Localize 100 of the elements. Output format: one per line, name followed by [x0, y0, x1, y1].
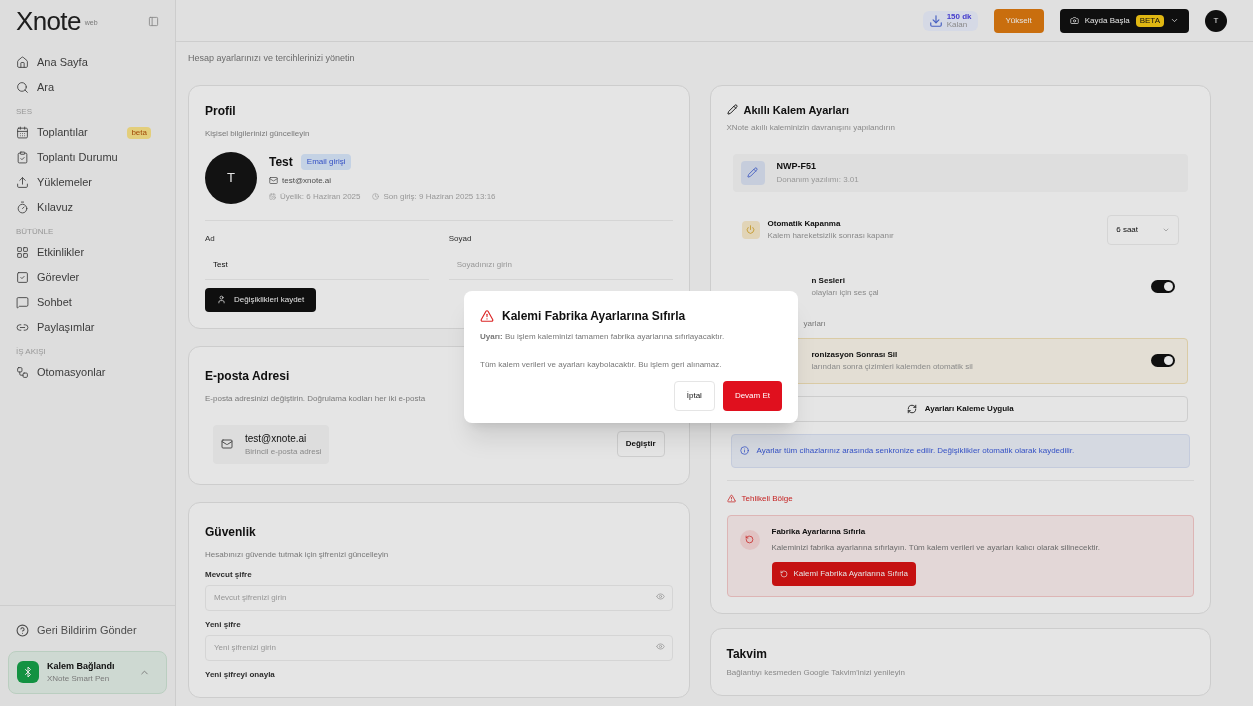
password-field[interactable]: Yeni şifrenizi girin — [205, 634, 673, 661]
camera-icon — [1069, 16, 1079, 25]
field-label: Mevcut şifre — [205, 568, 253, 581]
help-icon — [16, 623, 29, 637]
chat-icon — [16, 296, 29, 309]
email-note: Birincil e-posta adresi — [245, 445, 322, 458]
logo: Xnote — [16, 4, 81, 38]
workflow-icon — [16, 366, 29, 379]
home-icon — [16, 56, 29, 69]
link-icon — [16, 321, 29, 334]
card-title: Akıllı Kalem Ayarları — [743, 102, 850, 118]
user-icon — [217, 295, 226, 304]
clipboard-icon — [16, 151, 29, 164]
field-label: Yeni şifreyi onayla — [205, 668, 276, 681]
card-description: Hesabınızı güvende tutmak için şifrenizi güncelleyin — [205, 548, 390, 561]
profile-email: test@xnote.ai — [282, 174, 332, 187]
card-description: XNote akıllı kaleminizin davranışını yapılandırın — [726, 122, 897, 134]
bluetooth-icon — [17, 661, 39, 684]
reset-icon — [739, 529, 760, 550]
eye-icon[interactable] — [655, 641, 665, 651]
profile-name: Test — [269, 153, 293, 171]
section-heading: SES — [15, 106, 33, 118]
field-label: Yeni şifre — [205, 618, 242, 631]
email-address: test@xnote.ai — [245, 431, 308, 446]
minutes-label: Kalan — [946, 20, 969, 29]
sidebar-item[interactable]: Otomasyonlar — [8, 360, 167, 385]
factory-reset-button[interactable]: Kalemi Fabrika Ayarlarına Sıfırla — [771, 561, 917, 586]
card-title: E-posta Adresi — [205, 367, 291, 385]
confirm-button[interactable]: Devam Et — [722, 381, 782, 411]
pen-status-title: Kalem Bağlandı — [47, 659, 115, 673]
timer-icon — [16, 201, 29, 214]
caret-icon — [1170, 16, 1179, 25]
sidebar-item[interactable]: Toplantı Durumu — [8, 145, 167, 170]
card-title: Güvenlik — [205, 523, 257, 541]
danger-description: Kaleminizi fabrika ayarlarına sıfırlayın. Tüm kalem verileri ve ayarları kalıcı olarak silinecektir. — [771, 541, 1100, 554]
sidebar-item[interactable]: Ana Sayfa — [8, 50, 167, 75]
joined-date: Üyelik: 6 Haziran 2025 — [280, 190, 361, 203]
record-button[interactable]: Kayda Başla BETA — [1059, 8, 1189, 33]
login-badge: Email girişi — [300, 153, 352, 170]
danger-title: Fabrika Ayarlarına Sıfırla — [771, 525, 867, 538]
beta-badge: BETA — [1135, 14, 1164, 27]
card-title: Profil — [205, 102, 237, 120]
dialog-text: Tüm kalem verileri ve ayarları kaybolacaktır. Bu işlem geri alınamaz. — [480, 359, 723, 371]
eye-icon[interactable] — [655, 591, 665, 601]
sidebar-item[interactable]: Kılavuz — [8, 195, 167, 220]
pencil-icon — [726, 104, 738, 116]
password-field[interactable]: Mevcut şifrenizi girin — [205, 584, 673, 611]
toggle-switch[interactable] — [1151, 280, 1175, 293]
card-description: Kişisel bilgilerinizi güncelleyin — [205, 127, 311, 140]
mail-icon — [269, 176, 278, 185]
pen-status-subtitle: XNote Smart Pen — [47, 673, 111, 685]
mail-icon — [221, 438, 233, 450]
setting-description: Kalem hareketsizlik sonrası kapanır — [767, 229, 894, 242]
sidebar-item[interactable]: Paylaşımlar — [8, 315, 167, 340]
feedback-link[interactable]: Geri Bildirim Gönder — [8, 622, 167, 639]
save-button[interactable]: Değişiklikleri kaydet — [205, 287, 317, 312]
sidebar-item[interactable]: Görevler — [8, 265, 167, 290]
info-icon — [739, 446, 749, 455]
pen-icon — [740, 160, 765, 185]
sidebar-item[interactable]: Sohbet — [8, 290, 167, 315]
search-icon — [16, 81, 29, 94]
beta-badge: beta — [127, 126, 151, 139]
sidebar-item[interactable]: Etkinlikler — [8, 240, 167, 265]
setting-title: ronizasyon Sonrası Sil — [811, 348, 899, 361]
sync-icon — [906, 403, 917, 414]
card-description: E-posta adresinizi değiştirin. Doğrulama kodları her iki e-posta — [205, 392, 427, 405]
minutes-value: 150 dk — [946, 12, 972, 21]
firmware-version: Donanım yazılımı: 3.01 — [776, 173, 859, 186]
sidebar-item[interactable]: Yüklemeler — [8, 170, 167, 195]
download-icon — [928, 13, 943, 28]
dialog-warning: Uyarı: Bu işlem kaleminizi tamamen fabrika ayarlarına sıfırlayacaktır. — [480, 331, 726, 343]
page-subtitle: Hesap ayarlarınızı ve tercihlerinizi yönetin — [188, 52, 356, 65]
last-login: Son giriş: 9 Haziran 2025 13:16 — [383, 190, 496, 203]
setting-title: n Sesleri — [811, 274, 846, 287]
field-label: Ad — [205, 232, 216, 245]
field-label: Soyad — [448, 232, 473, 245]
sidebar-item[interactable]: Toplantılar beta — [8, 120, 167, 145]
card-description: Bağlantıyı kesmeden Google Takvim'inizi yenileyin — [726, 666, 906, 679]
setting-title: Otomatik Kapanma — [767, 217, 842, 230]
clock-icon — [372, 193, 380, 200]
reset-icon — [779, 569, 788, 578]
checkbox-icon — [16, 271, 29, 284]
calendar-icon — [16, 126, 29, 139]
sidebar-item[interactable]: Ara — [8, 75, 167, 100]
power-icon — [741, 220, 760, 239]
upload-icon — [16, 176, 29, 189]
minutes-badge[interactable]: 150 dk Kalan — [922, 10, 978, 31]
avatar[interactable]: T — [1205, 9, 1227, 32]
pen-status-card[interactable]: Kalem Bağlandı XNote Smart Pen — [8, 650, 167, 694]
card-title: Takvim — [726, 645, 768, 663]
warning-icon — [726, 494, 736, 503]
change-button[interactable]: Değiştir — [616, 431, 665, 457]
calendar-icon — [269, 193, 276, 200]
toggle-switch[interactable] — [1151, 354, 1175, 367]
duration-select[interactable]: 6 saat — [1107, 214, 1179, 245]
setting-description: larından sonra çizimleri kalemden otomatik sil — [811, 360, 973, 373]
profile-avatar: T — [205, 151, 257, 204]
cancel-button[interactable]: İptal — [673, 381, 715, 411]
danger-heading: Tehlikeli Bölge — [741, 492, 793, 505]
sidebar-toggle-icon[interactable] — [148, 15, 159, 27]
